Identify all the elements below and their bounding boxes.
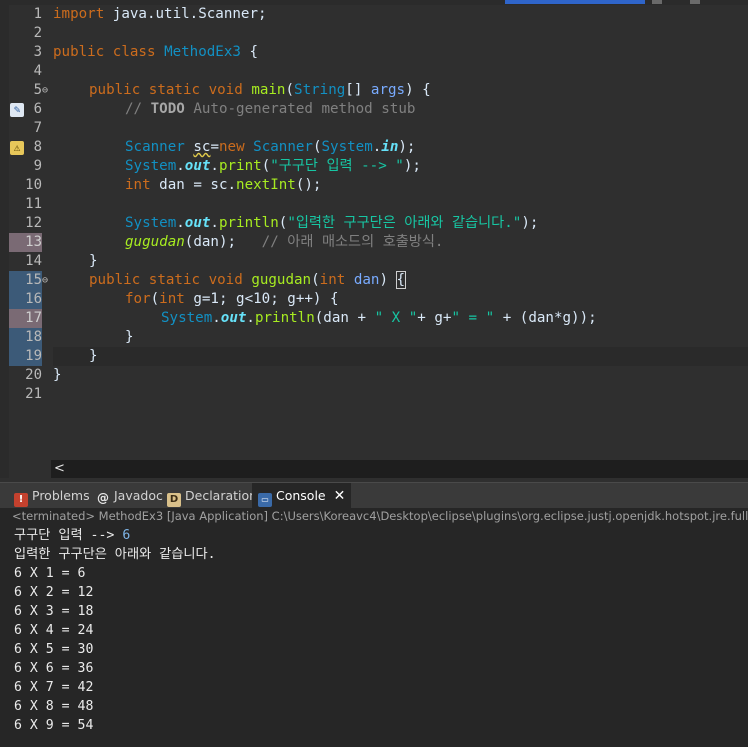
code-line-15: public static void gugudan(int dan) { — [89, 271, 407, 289]
code-line-5: public static void main(String[] args) { — [89, 82, 431, 98]
console-line: 6 X 6 = 36 — [14, 661, 94, 676]
console-line: 6 X 7 = 42 — [14, 680, 94, 695]
line-number: 7 — [33, 120, 42, 136]
code-line-10: int dan = sc.nextInt(); — [125, 177, 322, 193]
active-editor-tab-marker — [505, 0, 645, 4]
scroll-left-arrow-icon[interactable]: < — [54, 460, 65, 478]
javadoc-icon: @ — [97, 491, 109, 505]
console-line: 6 X 2 = 12 — [14, 585, 94, 600]
line-number: 9 — [33, 158, 42, 174]
code-line-14: } — [89, 253, 98, 269]
line-number: 3 — [33, 44, 42, 60]
console-icon: ▭ — [258, 493, 272, 507]
overview-ruler-left — [0, 0, 9, 478]
console-line: 입력한 구구단은 아래와 같습니다. — [14, 547, 216, 562]
line-number: 16 — [9, 290, 42, 309]
code-line-12: System.out.println("입력한 구구단은 아래와 같습니다.")… — [125, 215, 539, 231]
line-number: 2 — [33, 25, 42, 41]
declaration-icon: D — [167, 493, 181, 507]
code-line-16: for(int g=1; g<10; g++) { — [125, 291, 339, 307]
tab-problems[interactable]: ! Problems — [14, 483, 90, 509]
line-number: 11 — [25, 196, 42, 212]
console-line: 6 X 4 = 24 — [14, 623, 94, 638]
fold-collapse-icon-gugudan[interactable]: ⊖ — [42, 271, 52, 290]
warning-marker-icon[interactable]: ⚠ — [10, 141, 24, 155]
code-line-1: import java.util.Scanner; — [53, 6, 267, 22]
code-editor[interactable]: 1 2 3 4 5 6 7 8 9 10 11 12 13 14 15 16 17 18 19 20 21 ⊖ ⊖ ✎ ⚠ im… — [0, 0, 748, 478]
code-line-18: } — [125, 329, 134, 345]
tab-declaration[interactable]: D Declaration — [167, 483, 257, 509]
line-number-gutter: 1 2 3 4 5 6 7 8 9 10 11 12 13 14 15 16 17 18 19 20 21 ⊖ ⊖ ✎ ⚠ — [9, 5, 48, 460]
close-icon[interactable]: ✕ — [334, 488, 346, 504]
console-status-header: <terminated> MethodEx3 [Java Application… — [0, 508, 748, 524]
editor-tab-marker — [690, 0, 700, 4]
console-line: 6 X 8 = 48 — [14, 699, 94, 714]
code-line-20: } — [53, 367, 62, 383]
matching-bracket: { — [395, 271, 407, 289]
fold-collapse-icon-main[interactable]: ⊖ — [42, 81, 52, 100]
line-number: 1 — [33, 6, 42, 22]
code-line-9: System.out.print("구구단 입력 --> "); — [125, 158, 421, 174]
line-number: 13 — [9, 233, 42, 252]
line-number: 20 — [25, 367, 42, 383]
line-number: 19 — [9, 347, 42, 366]
console-line: 6 X 3 = 18 — [14, 604, 94, 619]
code-line-3: public class MethodEx3 { — [53, 44, 259, 60]
line-number: 17 — [9, 309, 42, 328]
console-prompt-line: 구구단 입력 --> 6 — [14, 528, 131, 543]
code-line-13: gugudan(dan); // 아래 매소드의 호출방식. — [125, 234, 444, 250]
problems-icon: ! — [14, 493, 28, 507]
tab-javadoc[interactable]: @ Javadoc — [97, 483, 163, 509]
line-number: 12 — [25, 215, 42, 231]
line-number: 10 — [25, 177, 42, 193]
console-line: 6 X 5 = 30 — [14, 642, 94, 657]
view-tab-bar: ! Problems @ Javadoc D Declaration ▭ Console… — [0, 482, 748, 509]
code-line-8: Scanner sc=new Scanner(System.in); — [125, 139, 416, 155]
line-number: 14 — [25, 253, 42, 269]
task-marker-icon[interactable]: ✎ — [10, 103, 24, 117]
line-number: 18 — [9, 328, 42, 347]
line-number: 21 — [25, 386, 42, 402]
line-number: 4 — [33, 63, 42, 79]
code-line-6: // TODO Auto-generated method stub — [125, 101, 416, 117]
code-line-19: } — [89, 348, 98, 364]
console-line: 6 X 9 = 54 — [14, 718, 94, 733]
console-line: 6 X 1 = 6 — [14, 566, 86, 581]
tab-console[interactable]: ▭ Console ✕ — [252, 483, 352, 509]
code-line-17: System.out.println(dan + " X "+ g+" = " … — [161, 310, 597, 326]
line-number: 5 — [33, 82, 42, 98]
code-area[interactable]: import java.util.Scanner; public class M… — [53, 5, 748, 460]
horizontal-scrollbar[interactable]: < — [51, 460, 748, 478]
console-user-input: 6 — [122, 528, 131, 543]
line-number: 15 — [9, 271, 42, 290]
console-output[interactable]: 구구단 입력 --> 6 입력한 구구단은 아래와 같습니다. 6 X 1 = 6… — [0, 524, 748, 747]
editor-tab-marker — [652, 0, 662, 4]
